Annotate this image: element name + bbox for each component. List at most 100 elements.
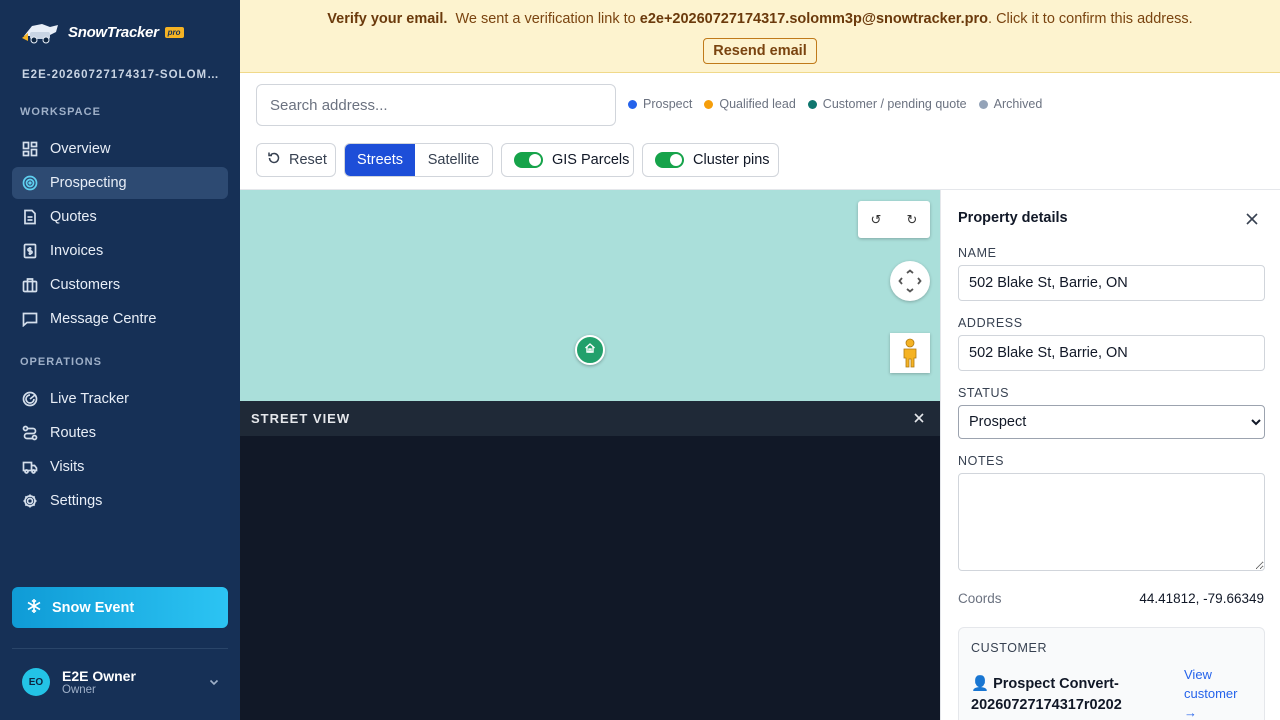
sidebar-item-label: Overview bbox=[50, 141, 111, 157]
invoice-icon bbox=[22, 243, 38, 259]
street-view-viewport[interactable] bbox=[240, 436, 940, 720]
name-field[interactable] bbox=[958, 265, 1265, 301]
status-label: STATUS bbox=[958, 386, 1010, 400]
sidebar-item-label: Customers bbox=[50, 277, 121, 293]
panel-title: Property details bbox=[958, 210, 1068, 226]
customer-name-text: Prospect Convert-20260727174317r0202 bbox=[971, 676, 1122, 713]
legend-item-qualified-lead: Qualified lead bbox=[704, 97, 796, 111]
chevron-down-icon bbox=[208, 675, 220, 687]
map-rotate-controls: ↺ ↻ bbox=[858, 201, 930, 238]
brand-name: SnowTracker bbox=[68, 23, 159, 41]
toggle-switch bbox=[514, 152, 543, 168]
banner-text-before: We sent a verification link to bbox=[455, 11, 636, 27]
rotate-left-icon[interactable]: ↺ bbox=[871, 212, 882, 228]
gis-parcels-toggle[interactable]: GIS Parcels bbox=[501, 143, 634, 177]
sidebar-item-label: Message Centre bbox=[50, 311, 157, 327]
sidebar-item-label: Invoices bbox=[50, 243, 104, 259]
radar-icon bbox=[22, 391, 38, 407]
user-icon: 👤 bbox=[971, 676, 990, 692]
legend-label: Prospect bbox=[643, 97, 693, 111]
grid-icon bbox=[22, 141, 38, 157]
sidebar-item-label: Prospecting bbox=[50, 175, 127, 191]
map-type-toggle: Streets Satellite bbox=[344, 143, 493, 177]
sidebar-divider bbox=[12, 648, 228, 649]
route-icon bbox=[22, 425, 38, 441]
legend-dot bbox=[807, 99, 817, 109]
street-view-header: STREET VIEW bbox=[240, 401, 940, 436]
target-icon bbox=[22, 175, 38, 191]
sidebar-item-prospecting[interactable]: Prospecting bbox=[12, 167, 228, 199]
map-toolbar: Prospect Qualified lead Customer / pendi… bbox=[240, 73, 1280, 190]
street-view-pegman-icon[interactable] bbox=[890, 333, 930, 373]
reset-button[interactable]: Reset bbox=[256, 143, 336, 177]
legend-dot bbox=[978, 99, 988, 109]
reset-icon bbox=[267, 151, 281, 169]
snowflake-icon bbox=[26, 598, 42, 618]
snow-event-button[interactable]: Snow Event bbox=[12, 587, 228, 628]
coords-label: Coords bbox=[958, 591, 1002, 606]
sidebar-item-label: Settings bbox=[50, 493, 103, 509]
sidebar-item-quotes[interactable]: Quotes bbox=[12, 201, 228, 233]
legend-dot bbox=[704, 99, 714, 109]
search-input[interactable] bbox=[256, 84, 616, 126]
legend-label: Customer / pending quote bbox=[822, 97, 967, 111]
home-icon bbox=[584, 341, 596, 359]
legend-item-customer: Customer / pending quote bbox=[807, 97, 967, 111]
pan-control-icon[interactable] bbox=[890, 261, 930, 301]
sidebar-item-customers[interactable]: Customers bbox=[12, 269, 228, 301]
notes-field[interactable] bbox=[958, 473, 1265, 571]
street-view-title: STREET VIEW bbox=[251, 411, 351, 426]
resend-email-button[interactable]: Resend email bbox=[703, 38, 817, 64]
sidebar-item-message-centre[interactable]: Message Centre bbox=[12, 303, 228, 335]
address-label: ADDRESS bbox=[958, 316, 1023, 330]
legend-label: Archived bbox=[993, 97, 1043, 111]
sidebar-item-settings[interactable]: Settings bbox=[12, 485, 228, 517]
user-role: Owner bbox=[62, 684, 96, 696]
verify-email-banner: Verify your email. We sent a verificatio… bbox=[240, 0, 1280, 73]
building-icon bbox=[22, 277, 38, 293]
truck-icon bbox=[22, 459, 38, 475]
banner-text-after: . Click it to confirm this address. bbox=[988, 11, 1193, 27]
avatar: EO bbox=[22, 668, 50, 696]
customer-card: CUSTOMER 👤 Prospect Convert-202607271743… bbox=[958, 627, 1265, 720]
gis-parcels-label: GIS Parcels bbox=[552, 152, 630, 168]
user-menu[interactable]: EO E2E Owner Owner bbox=[22, 667, 222, 697]
close-icon[interactable] bbox=[1245, 212, 1259, 226]
legend-item-archived: Archived bbox=[978, 97, 1043, 111]
status-legend: Prospect Qualified lead Customer / pendi… bbox=[628, 97, 1042, 111]
sidebar-item-label: Routes bbox=[50, 425, 96, 441]
status-select[interactable]: Prospect bbox=[958, 405, 1265, 439]
customer-label: CUSTOMER bbox=[971, 641, 1048, 655]
cluster-pins-label: Cluster pins bbox=[693, 152, 770, 168]
document-icon bbox=[22, 209, 38, 225]
banner-message: Verify your email. We sent a verificatio… bbox=[240, 11, 1280, 27]
sidebar-item-overview[interactable]: Overview bbox=[12, 133, 228, 165]
workspace-section-label: WORKSPACE bbox=[20, 106, 101, 118]
close-icon[interactable] bbox=[912, 411, 926, 425]
map-canvas[interactable]: ↺ ↻ bbox=[240, 190, 940, 401]
coords-value: 44.41812, -79.66349 bbox=[1139, 591, 1264, 606]
satellite-option[interactable]: Satellite bbox=[415, 144, 492, 176]
property-details-panel: Property details NAME ADDRESS STATUS Pro… bbox=[940, 190, 1280, 720]
property-pin[interactable] bbox=[575, 335, 605, 365]
message-icon bbox=[22, 311, 38, 327]
brand-logo[interactable]: SnowTracker pro bbox=[20, 16, 184, 48]
view-customer-link[interactable]: View customer → bbox=[1184, 665, 1254, 720]
org-name[interactable]: E2E-20260727174317-SOLOMM3P bbox=[22, 69, 222, 81]
streets-option[interactable]: Streets bbox=[345, 144, 416, 176]
legend-item-prospect: Prospect bbox=[628, 97, 692, 111]
sidebar-item-label: Live Tracker bbox=[50, 391, 129, 407]
legend-dot bbox=[628, 99, 637, 109]
cluster-pins-toggle[interactable]: Cluster pins bbox=[642, 143, 779, 177]
sidebar-item-invoices[interactable]: Invoices bbox=[12, 235, 228, 267]
sidebar-item-label: Visits bbox=[50, 459, 85, 475]
sidebar-item-routes[interactable]: Routes bbox=[12, 417, 228, 449]
sidebar-item-live-tracker[interactable]: Live Tracker bbox=[12, 383, 228, 415]
snowplow-logo-icon bbox=[20, 18, 64, 46]
name-label: NAME bbox=[958, 246, 997, 260]
operations-section-label: OPERATIONS bbox=[20, 356, 102, 368]
toggle-switch bbox=[655, 152, 684, 168]
address-field[interactable] bbox=[958, 335, 1265, 371]
sidebar-item-visits[interactable]: Visits bbox=[12, 451, 228, 483]
rotate-right-icon[interactable]: ↻ bbox=[907, 212, 918, 228]
